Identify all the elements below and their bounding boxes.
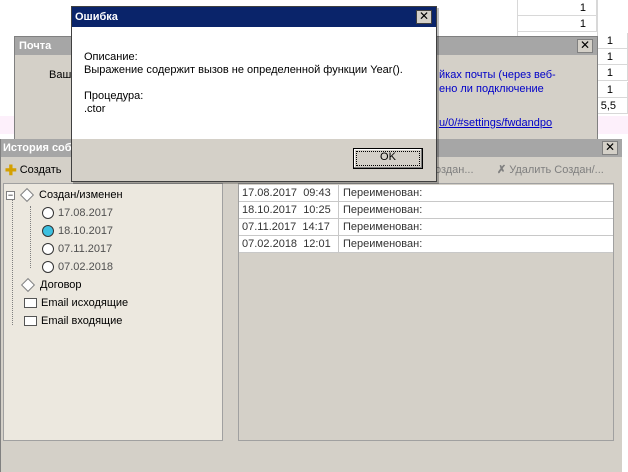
delete-icon: ✗ bbox=[497, 164, 507, 176]
date-cell: 07.11.2017 14:17 bbox=[239, 219, 339, 235]
action-cell: Переименован: bbox=[343, 238, 423, 250]
tree-node-date[interactable]: 07.11.2017 bbox=[42, 241, 112, 257]
delete-event-button[interactable]: ✗ Удалить Создан/... bbox=[497, 162, 604, 178]
sheet-cell[interactable]: 1 bbox=[597, 33, 628, 49]
close-icon[interactable]: ✕ bbox=[602, 141, 618, 155]
tree-node-label: 18.10.2017 bbox=[58, 225, 114, 237]
date-cell: 18.10.2017 10:25 bbox=[239, 202, 339, 218]
history-window: История событий ✕ ✚ Создать Создан... ✗ … bbox=[0, 139, 622, 472]
tree-node-email-out[interactable]: Email исходящие bbox=[24, 295, 128, 311]
event-tree[interactable]: − Создан/изменен 17.08.2017 18.10.2017 0… bbox=[3, 183, 223, 441]
mail-link-text: йках почты (через веб- bbox=[439, 69, 556, 81]
action-cell: Переименован: bbox=[343, 204, 423, 216]
delete-event-label: Удалить Создан/... bbox=[509, 164, 604, 176]
close-icon[interactable]: ✕ bbox=[416, 10, 432, 24]
tree-node-email-in[interactable]: Email входящие bbox=[24, 313, 122, 329]
table-row[interactable]: 18.10.2017 10:25 Переименован: bbox=[239, 202, 613, 219]
tree-node-contract[interactable]: Договор bbox=[20, 277, 82, 293]
tree-node-label: 17.08.2017 bbox=[58, 207, 114, 219]
description-text: Выражение содержит вызов не определенной… bbox=[84, 64, 403, 76]
event-grid[interactable]: 17.08.2017 09:43 Переименован: 18.10.201… bbox=[238, 183, 614, 441]
date-cell: 17.08.2017 09:43 bbox=[239, 185, 339, 201]
ok-button[interactable]: OK bbox=[353, 148, 423, 169]
clock-icon bbox=[42, 225, 54, 237]
envelope-icon bbox=[24, 298, 37, 308]
tree-line bbox=[12, 197, 13, 325]
tree-node-created[interactable]: − Создан/изменен bbox=[6, 187, 123, 203]
collapse-icon[interactable]: − bbox=[6, 190, 15, 200]
tree-line bbox=[30, 206, 31, 268]
mail-link-text: ено ли подключение bbox=[439, 83, 544, 95]
action-cell: Переименован: bbox=[343, 187, 423, 199]
action-cell: Переименован: bbox=[343, 221, 423, 233]
error-dialog-body: Описание: Выражение содержит вызов не оп… bbox=[72, 27, 436, 139]
tree-node-date[interactable]: 18.10.2017 bbox=[42, 223, 113, 239]
tree-node-label: Создан/изменен bbox=[39, 189, 123, 201]
create-button[interactable]: ✚ Создать bbox=[5, 162, 62, 178]
tree-node-label: Договор bbox=[40, 279, 82, 291]
date-cell: 07.02.2018 12:01 bbox=[239, 236, 339, 252]
plus-icon: ✚ bbox=[5, 162, 17, 178]
sheet-cell[interactable]: 1 bbox=[597, 65, 628, 81]
close-icon[interactable]: ✕ bbox=[577, 39, 593, 53]
tree-node-label: Email входящие bbox=[41, 315, 123, 327]
table-row[interactable]: 07.11.2017 14:17 Переименован: bbox=[239, 219, 613, 236]
diamond-icon bbox=[20, 277, 36, 293]
error-dialog-footer: OK bbox=[72, 139, 436, 181]
clock-icon bbox=[42, 207, 54, 219]
envelope-icon bbox=[24, 316, 37, 326]
tree-node-date[interactable]: 17.08.2017 bbox=[42, 205, 113, 221]
mail-text: Ваш bbox=[49, 69, 72, 81]
tree-node-label: 07.02.2018 bbox=[58, 261, 114, 273]
tree-node-label: Email исходящие bbox=[41, 297, 129, 309]
sheet-cell[interactable]: 1 bbox=[597, 82, 628, 98]
create-button-label: Создать bbox=[19, 164, 62, 176]
table-row[interactable]: 17.08.2017 09:43 Переименован: bbox=[239, 185, 613, 202]
table-row[interactable]: 07.02.2018 12:01 Переименован: bbox=[239, 236, 613, 253]
clock-icon bbox=[42, 243, 54, 255]
sheet-cell[interactable]: 5,5 bbox=[597, 98, 628, 114]
error-dialog-title: Ошибка bbox=[72, 7, 436, 27]
diamond-icon bbox=[19, 187, 35, 203]
clock-icon bbox=[42, 261, 54, 273]
sheet-cell[interactable]: 1 bbox=[597, 49, 628, 65]
sheet-cell[interactable]: 1 bbox=[517, 16, 597, 32]
tree-node-label: 07.11.2017 bbox=[58, 243, 113, 255]
tree-node-date[interactable]: 07.02.2018 bbox=[42, 259, 113, 275]
procedure-text: .ctor bbox=[84, 103, 106, 115]
description-label: Описание: bbox=[84, 51, 138, 63]
sheet-cell[interactable]: 1 bbox=[517, 0, 597, 16]
mail-link[interactable]: u/0/#settings/fwdandpo bbox=[439, 117, 552, 129]
error-dialog: Ошибка ✕ Описание: Выражение содержит вы… bbox=[71, 6, 437, 182]
procedure-label: Процедура: bbox=[84, 90, 144, 102]
